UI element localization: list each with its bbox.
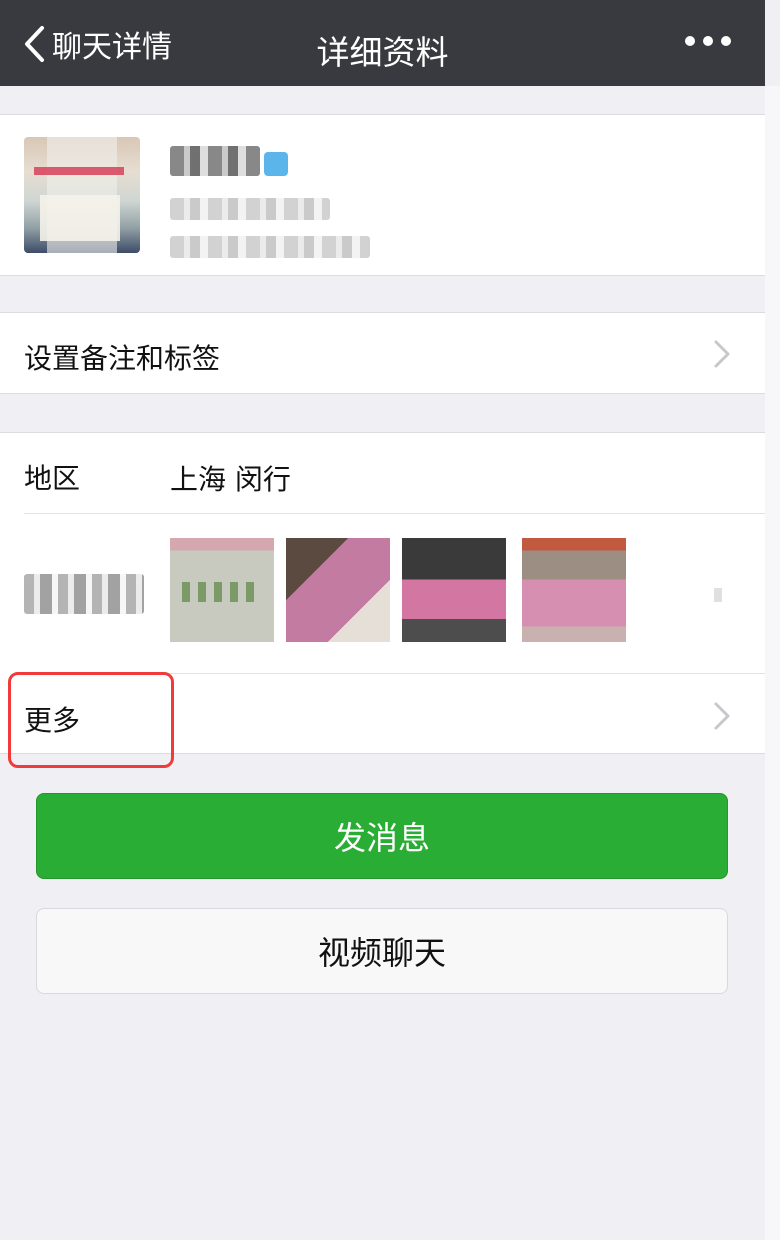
wechat-id-blurred	[170, 198, 330, 220]
dot	[721, 36, 731, 46]
page-title: 详细资料	[316, 33, 449, 72]
nickname-detail-blurred	[170, 236, 370, 258]
set-remark-tag-row[interactable]: 设置备注和标签	[0, 312, 765, 394]
avatar[interactable]	[24, 137, 140, 253]
scroll-edge	[765, 86, 780, 1240]
navigation-bar: 聊天详情 详细资料	[0, 0, 765, 86]
send-message-button[interactable]: 发消息	[36, 793, 728, 879]
profile-card[interactable]	[0, 114, 765, 276]
set-remark-tag-label: 设置备注和标签	[24, 342, 221, 375]
personal-album-label-blurred	[24, 574, 144, 614]
video-chat-button[interactable]: 视频聊天	[36, 908, 728, 994]
album-chevron-blurred	[714, 588, 722, 602]
album-thumbnail[interactable]	[286, 538, 390, 642]
dot	[685, 36, 695, 46]
more-dots-icon[interactable]	[685, 36, 731, 46]
album-thumbnail[interactable]	[402, 538, 506, 642]
chevron-right-icon	[714, 340, 730, 368]
region-label: 地区	[24, 462, 81, 495]
album-thumbnail[interactable]	[170, 538, 274, 642]
album-thumbnail[interactable]	[522, 538, 626, 642]
highlight-annotation	[8, 672, 174, 768]
region-value: 上海 闵行	[170, 463, 291, 496]
divider	[24, 513, 765, 514]
dot	[703, 36, 713, 46]
gender-icon	[264, 152, 288, 176]
nickname-blurred	[170, 146, 260, 176]
